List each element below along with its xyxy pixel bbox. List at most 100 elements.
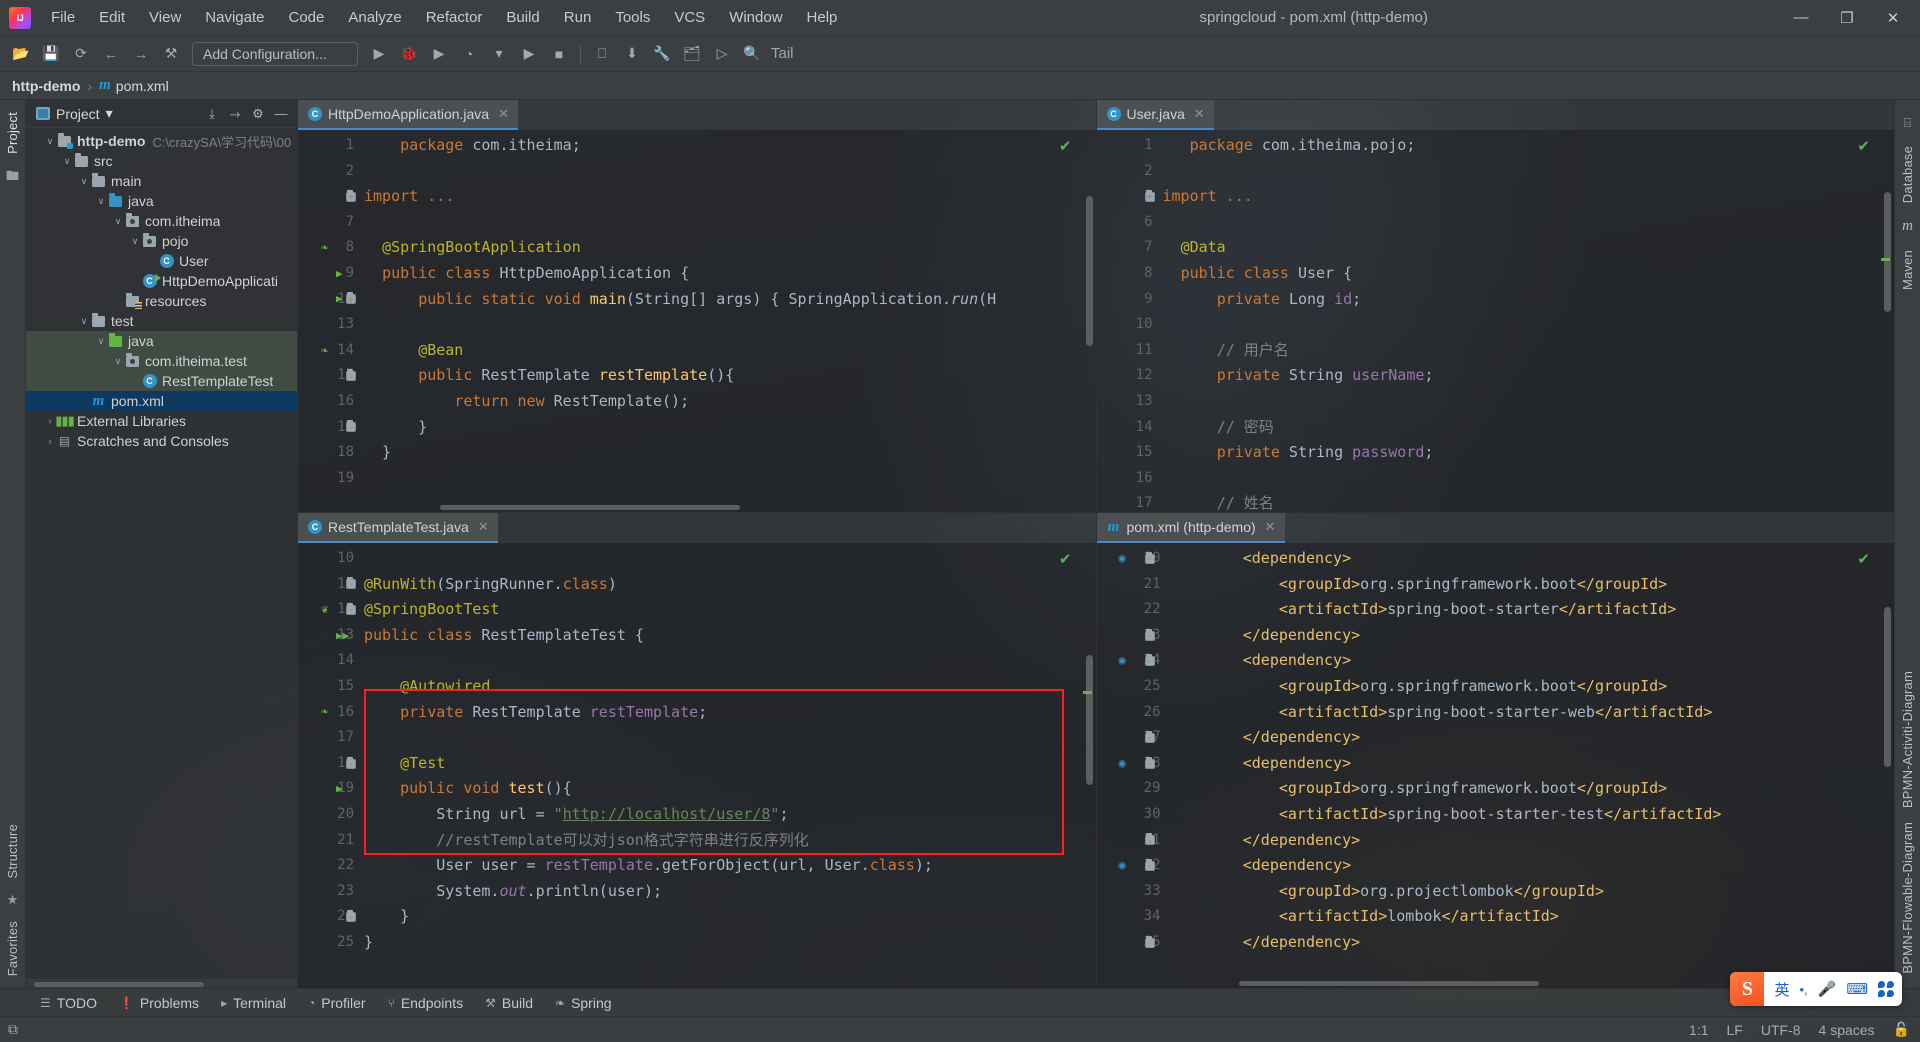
tool-window-bpmn-activiti-diagram[interactable]: BPMN-Activiti-Diagram (1900, 665, 1915, 814)
line-number-gutter[interactable]: 12+37❧8▶9▶+1013❧14-1516-171819 (298, 130, 360, 512)
gutter-line[interactable]: 14 (298, 648, 360, 674)
stop-icon[interactable]: ■ (545, 41, 573, 67)
code-folding-toggle[interactable]: + (346, 292, 356, 305)
menu-item-file[interactable]: File (39, 6, 87, 29)
code-line[interactable] (1159, 159, 1895, 185)
menu-item-refactor[interactable]: Refactor (414, 6, 495, 29)
code-line[interactable]: <artifactId>lombok</artifactId> (1167, 904, 1895, 930)
menu-item-build[interactable]: Build (494, 6, 551, 29)
run-gutter-icon[interactable]: ▶ (336, 261, 343, 287)
close-icon[interactable]: ✕ (498, 106, 509, 122)
gutter-line[interactable]: -11 (298, 572, 360, 598)
vertical-scrollbar[interactable] (1085, 655, 1093, 785)
gutter-line[interactable]: 8 (1097, 261, 1159, 287)
main-menu[interactable]: File Edit View Navigate Code Analyze Refactor B… (39, 6, 849, 29)
gutter-line[interactable]: 13 (1097, 389, 1159, 415)
code-viewport-http-demo-application[interactable]: 12+37❧8▶9▶+1013❧14-1516-171819 package c… (298, 130, 1096, 512)
code-folding-toggle[interactable]: - (346, 756, 356, 769)
code-folding-toggle[interactable]: + (1144, 189, 1155, 202)
code-text[interactable]: <dependency> <groupId>org.springframewor… (1167, 543, 1895, 988)
folder-icon[interactable]: 🖿 (6, 167, 19, 189)
tree-node-user[interactable]: C User (26, 251, 297, 271)
gutter-line[interactable]: -17 (298, 415, 360, 441)
expand-all-icon[interactable]: ⤓ (202, 104, 222, 124)
back-icon[interactable]: ← (97, 41, 125, 67)
gutter-line[interactable]: 18 (298, 440, 360, 466)
code-viewport-user-java[interactable]: 12+367891011121314151617 package com.ith… (1096, 130, 1895, 512)
debug-icon[interactable]: 🐞 (395, 41, 423, 67)
code-line[interactable]: } (360, 415, 1096, 441)
project-tree[interactable]: ∨ http-demo C:\crazySA\学习代码\00 ∨ src ∨ main ∨ ja… (26, 128, 297, 979)
tree-node-java[interactable]: ∨ java (26, 331, 297, 351)
gutter-line[interactable]: 9 (1097, 287, 1159, 313)
toolbar-run-icons[interactable]: ▶ 🐞 ▶ ◔ ▾ ▶ ■ (364, 41, 574, 67)
breadcrumb-file[interactable]: pom.xml (116, 78, 169, 94)
gutter-line[interactable]: -24 (298, 904, 360, 930)
code-line[interactable]: @Test (360, 751, 1096, 777)
gutter-line[interactable]: -18 (298, 751, 360, 777)
forward-icon[interactable]: → (127, 41, 155, 67)
menu-item-vcs[interactable]: VCS (662, 6, 717, 29)
gutter-line[interactable]: 20 (298, 802, 360, 828)
run-icon[interactable]: ▶ (365, 41, 393, 67)
code-line[interactable]: import ... (1159, 184, 1895, 210)
run-with-coverage-icon[interactable]: ▶ (425, 41, 453, 67)
tool-window-button-endpoints[interactable]: ⑂ Endpoints (378, 993, 473, 1013)
tool-window-button-problems[interactable]: ❗ Problems (109, 993, 209, 1013)
gutter-line[interactable]: 6 (1097, 210, 1159, 236)
close-button[interactable]: ✕ (1870, 1, 1916, 35)
code-line[interactable]: User user = restTemplate.getForObject(ur… (360, 853, 1096, 879)
code-folding-toggle[interactable]: - (346, 910, 356, 923)
code-line[interactable]: } (360, 930, 1096, 956)
code-line[interactable] (1159, 312, 1895, 338)
maximize-button[interactable]: ❐ (1824, 1, 1870, 35)
line-number-gutter[interactable]: ◉-202122-23◉-242526-27◉-282930-31◉-32333… (1097, 543, 1167, 988)
gutter-line[interactable]: ▶▶ 13 (298, 623, 360, 649)
code-folding-toggle[interactable]: - (346, 577, 356, 590)
code-line[interactable]: <dependency> (1167, 751, 1895, 777)
code-folding-toggle[interactable]: - (1144, 654, 1155, 667)
spring-bean-gutter-icon[interactable]: ❧ (321, 700, 328, 726)
tool-window-project[interactable]: Project (5, 106, 20, 160)
menu-item-code[interactable]: Code (276, 6, 336, 29)
line-number-gutter[interactable]: 10-11❦-12▶▶131415❧1617-18▶1920212223-242… (298, 543, 360, 988)
inspection-ok-icon[interactable]: ✔ (1857, 137, 1870, 155)
tool-window-button-terminal[interactable]: ▸ Terminal (211, 993, 296, 1013)
gutter-line[interactable]: 21 (1097, 572, 1167, 598)
gutter-line[interactable]: ▶ 19 (298, 776, 360, 802)
code-folding-toggle[interactable]: - (1144, 833, 1155, 846)
gutter-line[interactable]: 1 (1097, 133, 1159, 159)
chevron-toggle-icon[interactable]: ∨ (78, 316, 90, 327)
code-line[interactable]: System.out.println(user); (360, 879, 1096, 905)
gutter-line[interactable]: ❦-12 (298, 597, 360, 623)
gutter-line[interactable]: -27 (1097, 725, 1167, 751)
code-folding-toggle[interactable]: - (1144, 551, 1155, 564)
close-icon[interactable]: ✕ (1265, 519, 1276, 535)
gutter-line[interactable]: 17 (298, 725, 360, 751)
code-line[interactable]: @SpringBootTest (360, 597, 1096, 623)
gutter-line[interactable]: 22 (298, 853, 360, 879)
gutter-line[interactable]: 12 (1097, 363, 1159, 389)
tool-window-button-spring[interactable]: ❧ Spring (545, 993, 622, 1013)
tree-node-com-itheima-test[interactable]: ∨ com.itheima.test (26, 351, 297, 371)
toolbar-extra-icons[interactable]: ⎕ ⬇ 🔧 🗂 ▷ 🔍 (587, 41, 767, 67)
gutter-line[interactable]: 2 (1097, 159, 1159, 185)
code-line[interactable]: public static void main(String[] args) {… (360, 287, 1096, 313)
gutter-line[interactable]: 34 (1097, 904, 1167, 930)
code-line[interactable]: </dependency> (1167, 828, 1895, 854)
code-line[interactable]: } (360, 440, 1096, 466)
tool-window-bpmn-flowable-diagram[interactable]: BPMN-Flowable-Diagram (1900, 816, 1915, 980)
gutter-line[interactable]: ❧ 16 (298, 700, 360, 726)
vertical-scrollbar[interactable] (1884, 607, 1891, 767)
code-line[interactable]: //restTemplate可以对json格式字符串进行反序列化 (360, 828, 1096, 854)
code-line[interactable] (360, 648, 1096, 674)
tab-RestTemplateTest-java[interactable]: C RestTemplateTest.java ✕ (298, 513, 498, 543)
code-text[interactable]: package com.itheima.pojo; import ... @Da… (1159, 130, 1895, 512)
code-line[interactable]: @Data (1159, 235, 1895, 261)
chevron-toggle-icon[interactable]: ∨ (61, 156, 73, 167)
tree-node-test[interactable]: ∨ test (26, 311, 297, 331)
gutter-line[interactable]: 33 (1097, 879, 1167, 905)
menu-item-edit[interactable]: Edit (87, 6, 137, 29)
inspection-ok-icon[interactable]: ✔ (1059, 137, 1072, 155)
gutter-line[interactable]: 30 (1097, 802, 1167, 828)
